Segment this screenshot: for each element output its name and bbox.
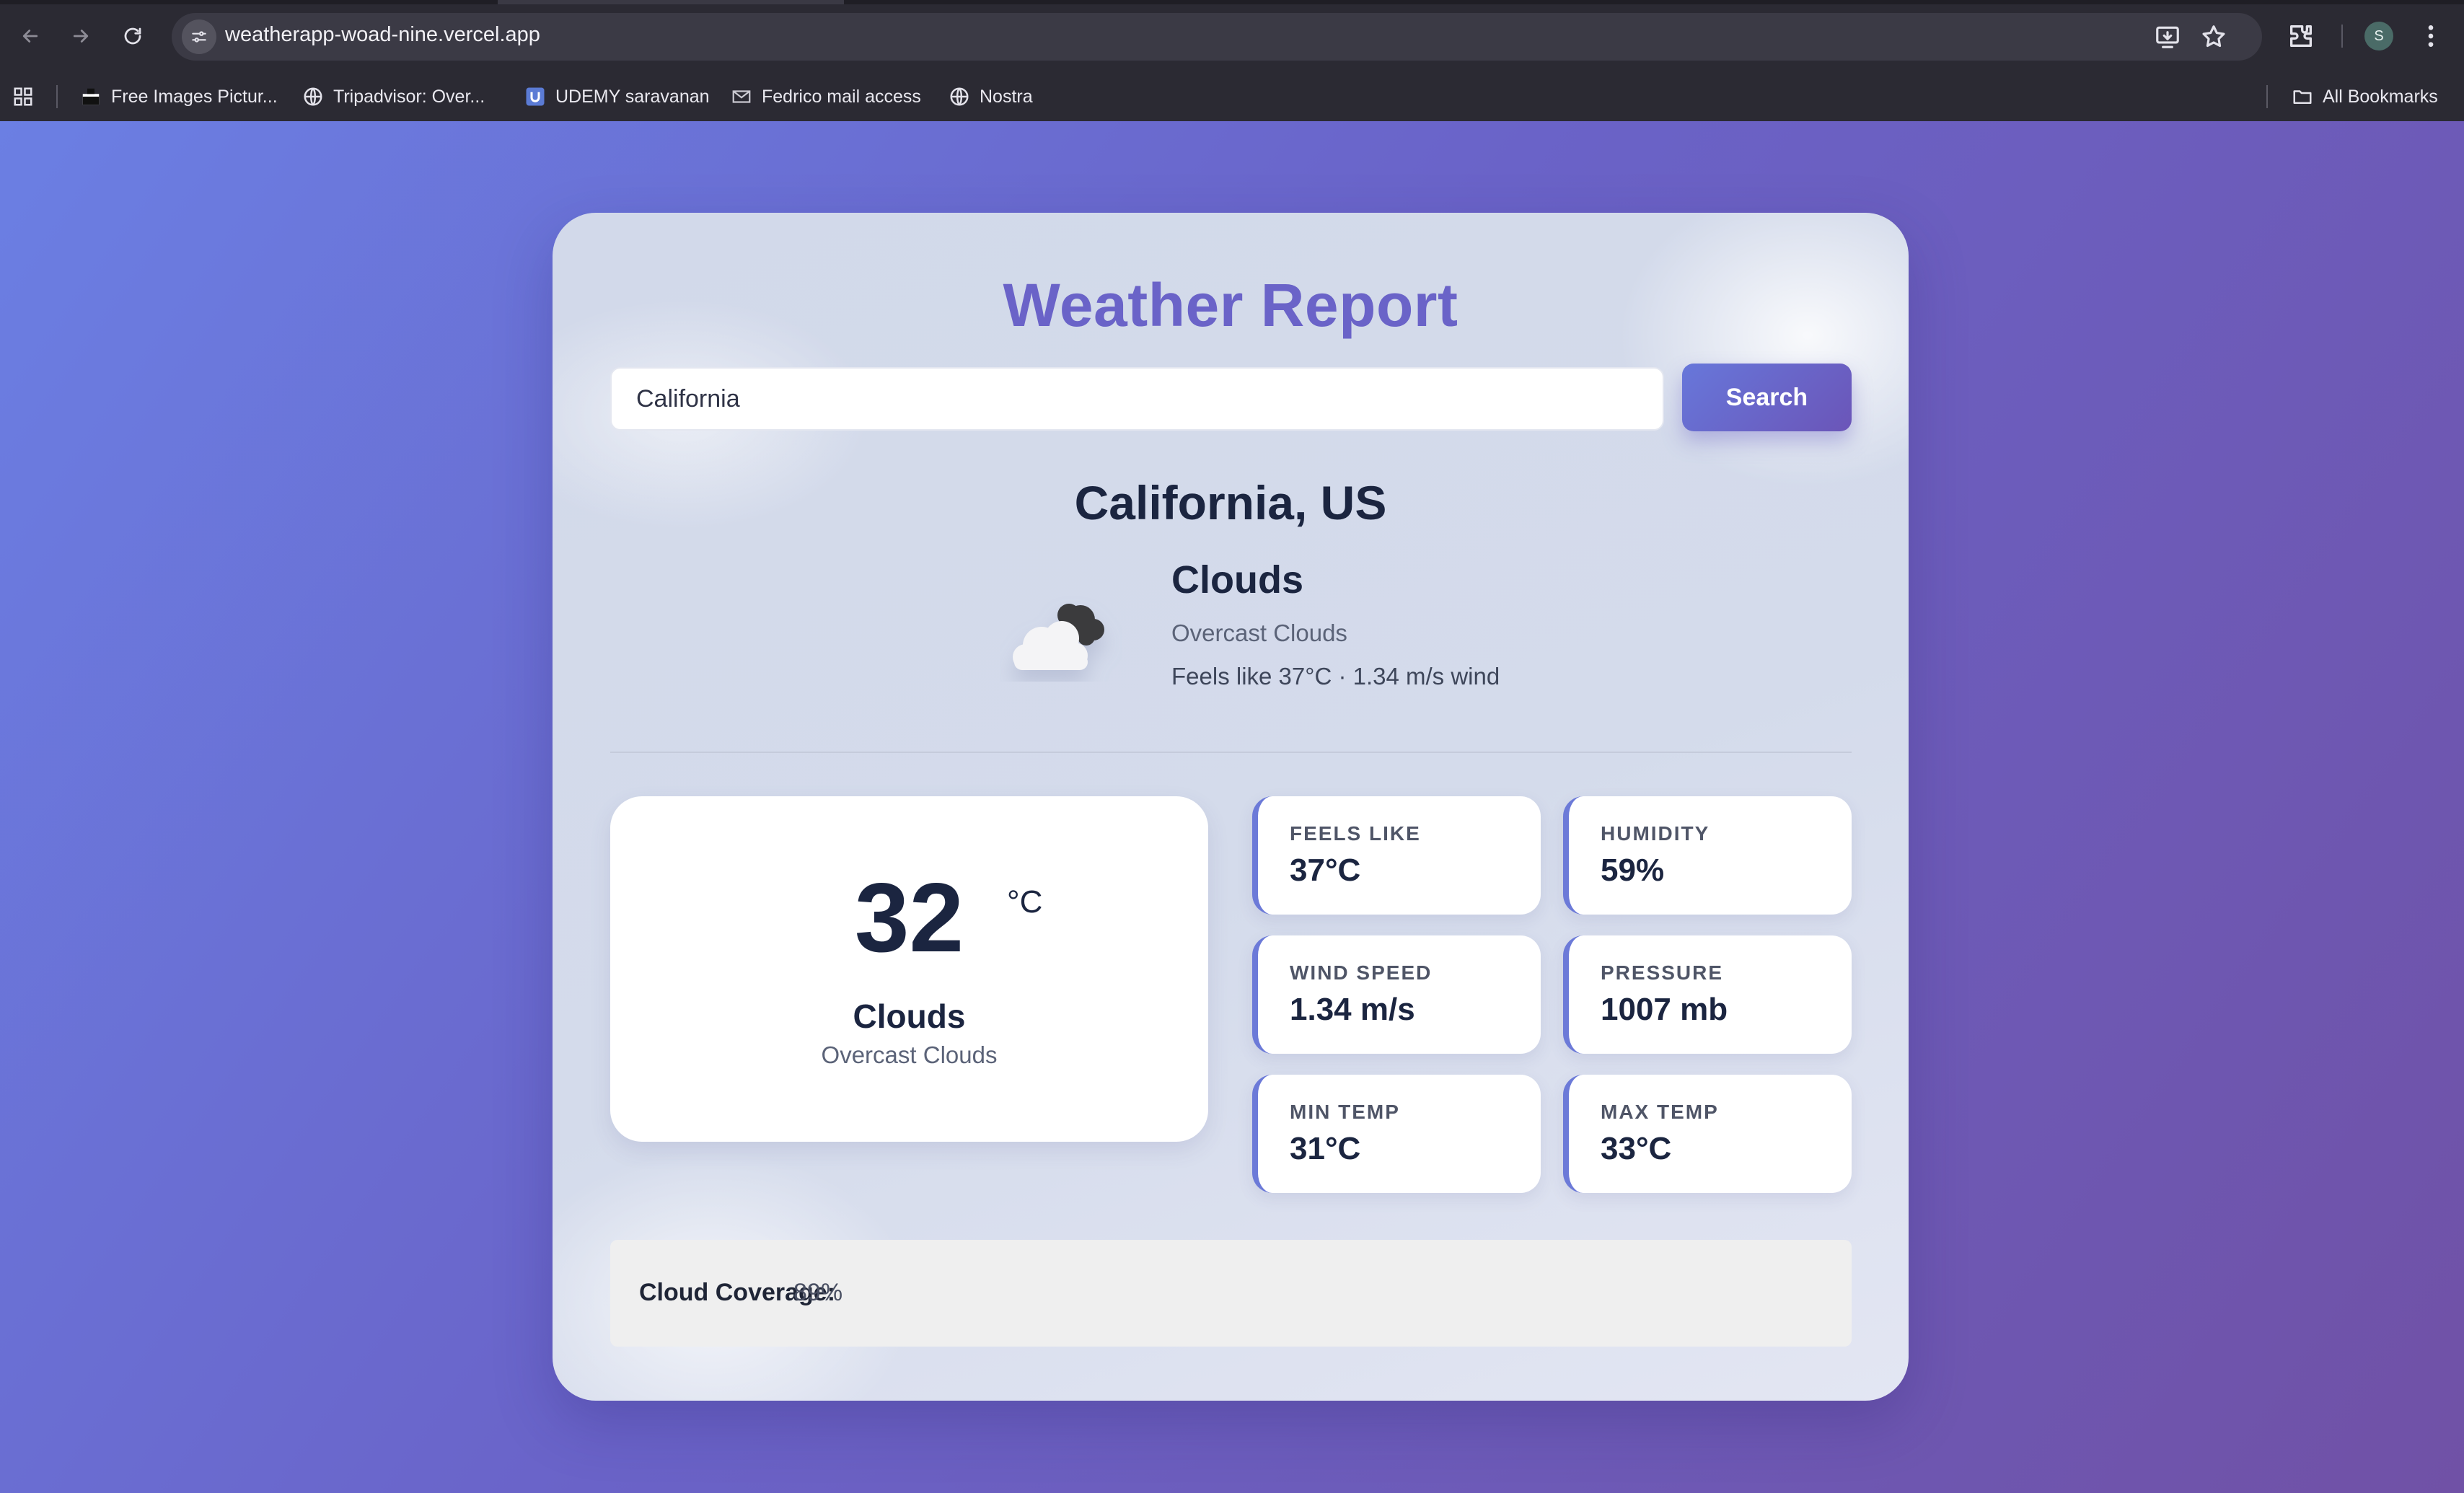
apps-grid-icon — [12, 85, 35, 108]
all-bookmarks-button[interactable]: All Bookmarks — [2291, 84, 2438, 110]
url-text[interactable]: weatherapp-woad-nine.vercel.app — [225, 23, 540, 47]
cloud-icon — [1013, 604, 1104, 670]
folder-icon — [2291, 85, 2314, 108]
decorative-glow — [1620, 213, 1909, 487]
bookmark-label: Nostra — [980, 86, 1033, 107]
globe-icon — [302, 85, 325, 108]
stat-value: 31°C — [1290, 1131, 1361, 1166]
bookmark-star-icon[interactable] — [2200, 23, 2227, 50]
stat-value: 33°C — [1601, 1131, 1672, 1166]
page-title: Weather Report — [1003, 271, 1458, 339]
image-bookmark-icon — [79, 85, 102, 108]
search-button[interactable]: Search — [1682, 364, 1852, 431]
stat-value: 1.34 m/s — [1290, 992, 1415, 1027]
stat-min-temp: MIN TEMP 31°C — [1252, 1075, 1541, 1193]
all-bookmarks-label: All Bookmarks — [2323, 86, 2438, 107]
reload-icon — [124, 27, 141, 45]
stat-feels-like: FEELS LIKE 37°C — [1252, 796, 1541, 915]
bookmark-tripadvisor[interactable]: Tripadvisor: Over... — [302, 84, 485, 110]
cloud-coverage-value: 89% — [793, 1279, 843, 1306]
globe-icon — [948, 85, 971, 108]
tab-strip — [0, 0, 2464, 4]
bookmarks-bar: Free Images Pictur... Tripadvisor: Over.… — [0, 74, 2464, 122]
profile-avatar[interactable]: S — [2364, 22, 2393, 50]
stat-label: MAX TEMP — [1601, 1101, 1719, 1123]
temperature-card: 32 °C Clouds Overcast Clouds — [610, 796, 1208, 1142]
bookmarks-divider — [56, 85, 58, 108]
bookmarks-divider — [2266, 85, 2268, 108]
stat-label: FEELS LIKE — [1290, 822, 1421, 845]
stat-max-temp: MAX TEMP 33°C — [1563, 1075, 1852, 1193]
apps-button[interactable] — [12, 84, 35, 110]
stat-value: 1007 mb — [1601, 992, 1728, 1027]
toolbar-divider — [2341, 25, 2343, 48]
bookmark-free-images[interactable]: Free Images Pictur... — [79, 84, 278, 110]
stat-label: WIND SPEED — [1290, 961, 1433, 984]
bookmark-label: Fedrico mail access — [762, 86, 921, 107]
stat-label: PRESSURE — [1601, 961, 1724, 984]
stat-value: 59% — [1601, 853, 1665, 888]
stat-label: HUMIDITY — [1601, 822, 1710, 845]
bookmark-label: Free Images Pictur... — [111, 86, 278, 107]
bookmark-label: UDEMY saravanan — [555, 86, 710, 107]
bookmark-fedrico-mail[interactable]: Fedrico mail access — [730, 84, 921, 110]
udemy-icon — [524, 85, 547, 108]
active-tab[interactable] — [498, 0, 844, 4]
site-info-button[interactable] — [182, 19, 216, 54]
condition-summary: Feels like 37°C · 1.34 m/s wind — [1171, 663, 1500, 690]
bookmark-nostra[interactable]: Nostra — [948, 84, 1033, 110]
stat-label: MIN TEMP — [1290, 1101, 1400, 1123]
stat-wind-speed: WIND SPEED 1.34 m/s — [1252, 935, 1541, 1054]
arrow-right-icon — [73, 30, 89, 43]
stat-value: 37°C — [1290, 853, 1361, 888]
install-app-icon[interactable] — [2154, 23, 2181, 50]
tune-icon — [192, 31, 206, 43]
location-title: California, US — [1074, 476, 1387, 529]
condition-main: Clouds — [1171, 558, 1303, 602]
temperature-value: 32 — [854, 863, 964, 972]
city-search-input[interactable] — [610, 367, 1664, 431]
more-menu-icon[interactable] — [2416, 22, 2445, 50]
temperature-description: Overcast Clouds — [821, 1041, 998, 1068]
page-background: Weather Report Search California, US — [0, 121, 2464, 1493]
arrow-left-icon — [22, 30, 38, 43]
temperature-unit: °C — [1007, 884, 1043, 920]
mail-icon — [730, 85, 753, 108]
cloud-coverage-panel: Cloud Coverage: 89% — [610, 1240, 1852, 1347]
browser-toolbar: weatherapp-woad-nine.vercel.app S — [0, 0, 2464, 74]
address-bar[interactable]: weatherapp-woad-nine.vercel.app — [172, 13, 2262, 61]
reload-button[interactable] — [113, 16, 153, 56]
weather-card: Weather Report Search California, US — [553, 213, 1909, 1401]
stat-humidity: HUMIDITY 59% — [1563, 796, 1852, 915]
condition-description: Overcast Clouds — [1171, 620, 1347, 646]
forward-button[interactable] — [61, 16, 101, 56]
temperature-condition: Clouds — [853, 997, 966, 1035]
section-divider — [610, 752, 1852, 753]
stat-pressure: PRESSURE 1007 mb — [1563, 935, 1852, 1054]
bookmark-udemy[interactable]: UDEMY saravanan — [524, 84, 710, 110]
back-button[interactable] — [10, 16, 50, 56]
extensions-icon[interactable] — [2287, 22, 2315, 50]
bookmark-label: Tripadvisor: Over... — [333, 86, 485, 107]
